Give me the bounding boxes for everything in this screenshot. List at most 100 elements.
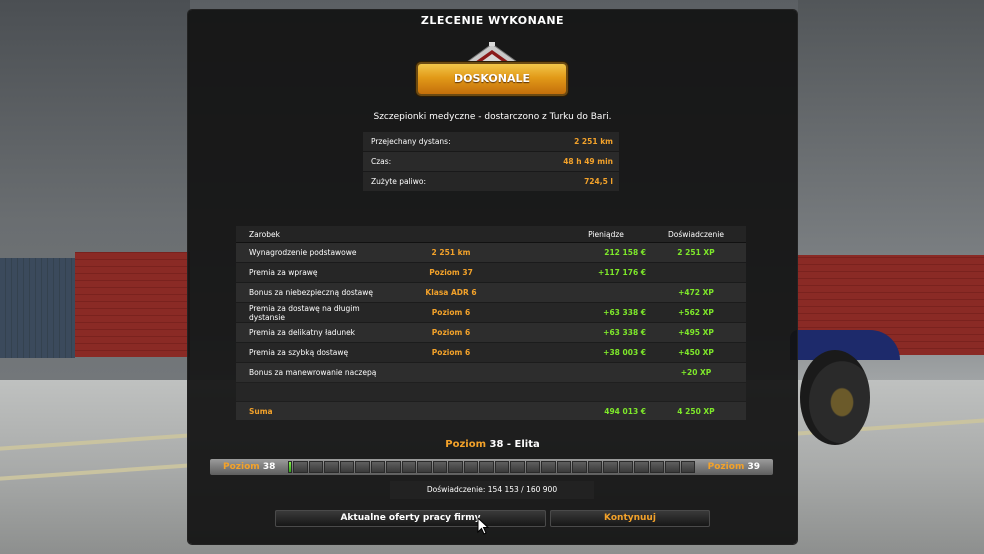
experience-progress-text: Doświadczenie: 154 153 / 160 900 (390, 481, 594, 499)
stat-time: Czas: 48 h 49 min (363, 152, 619, 171)
truck-wheel (800, 350, 870, 445)
level-title: Poziom 38 - Elita (188, 439, 797, 450)
row-detail: Poziom 37 (429, 268, 473, 277)
row-detail: Poziom 6 (431, 348, 471, 357)
progress-segment (463, 461, 478, 473)
crown-ornament-icon (465, 42, 519, 63)
row-label: Wynagrodzenie podstawowe (249, 248, 357, 257)
progress-segment (417, 461, 432, 473)
progress-segment (649, 461, 664, 473)
level-rank: - Elita (506, 439, 540, 450)
progress-segment (308, 461, 323, 473)
stat-value: 724,5 l (584, 177, 613, 186)
stat-label: Czas: (371, 157, 392, 166)
row-xp: +472 XP (678, 288, 714, 297)
background-truck (790, 320, 900, 450)
progress-segment (432, 461, 447, 473)
progress-segment (479, 461, 494, 473)
rating-emblem: DOSKONALE (418, 42, 566, 100)
level-progress-bar: Poziom 38 Poziom 39 (210, 459, 773, 475)
stat-label: Przejechany dystans: (371, 137, 451, 146)
row-xp: +450 XP (678, 348, 714, 357)
progress-segment (293, 461, 308, 473)
progress-segment (401, 461, 416, 473)
continue-button[interactable]: Kontynuuj (550, 510, 710, 527)
row-label: Bonus za niebezpieczną dostawę (249, 288, 374, 297)
earnings-table: Zarobek Pieniądze Doświadczenie Wynagrod… (236, 226, 746, 420)
earnings-table-header: Zarobek Pieniądze Doświadczenie (236, 226, 746, 243)
progress-segment (324, 461, 339, 473)
stat-fuel: Zużyte paliwo: 724,5 l (363, 172, 619, 191)
progress-segment (680, 461, 695, 473)
level-from-value: 38 (262, 462, 276, 472)
header-experience: Doświadczenie (668, 229, 724, 239)
progress-segment (494, 461, 509, 473)
level-from: Poziom 38 (210, 459, 288, 475)
level-to-value: 39 (747, 462, 760, 472)
table-row: Premia za szybką dostawę Poziom 6 +38 00… (236, 343, 746, 362)
row-xp: +495 XP (678, 328, 714, 337)
sum-xp: 4 250 XP (677, 406, 715, 416)
stat-label: Zużyte paliwo: (371, 177, 426, 186)
progress-segment-filled (288, 461, 292, 473)
progress-segment (556, 461, 571, 473)
progress-segment (618, 461, 633, 473)
delivery-summary: Szczepionki medyczne - dostarczono z Tur… (373, 112, 612, 122)
progress-segment (370, 461, 385, 473)
row-xp: +562 XP (678, 308, 714, 317)
rating-badge: DOSKONALE (418, 64, 566, 94)
panel-title: ZLECENIE WYKONANE (420, 14, 565, 27)
progress-segment (525, 461, 540, 473)
row-detail: Poziom 6 (431, 308, 471, 317)
table-row: Bonus za niebezpieczną dostawę Klasa ADR… (236, 283, 746, 302)
table-row: Bonus za manewrowanie naczepą +20 XP (236, 363, 746, 382)
level-to-label: Poziom (707, 462, 745, 472)
table-row: Premia za wprawę Poziom 37 +117 176 € (236, 263, 746, 282)
sum-money: 494 013 € (604, 406, 646, 416)
level-title-prefix: Poziom (445, 439, 486, 450)
table-row: Premia za delikatny ładunek Poziom 6 +63… (236, 323, 746, 342)
table-sum-row: Suma 494 013 € 4 250 XP (236, 402, 746, 420)
progress-segment (665, 461, 680, 473)
company-job-offers-button[interactable]: Aktualne oferty pracy firmy (275, 510, 546, 527)
level-from-label: Poziom (223, 462, 260, 472)
stat-value: 48 h 49 min (563, 157, 613, 166)
row-detail: Klasa ADR 6 (425, 288, 477, 297)
row-detail: Poziom 6 (431, 328, 471, 337)
level-current: 38 (489, 439, 504, 450)
progress-segment (510, 461, 525, 473)
progress-segment (339, 461, 354, 473)
level-to: Poziom 39 (695, 459, 773, 475)
row-money: +117 176 € (597, 268, 646, 277)
delivery-result-panel: ZLECENIE WYKONANE DOSKONALE Szczepionki … (188, 10, 797, 544)
row-money: +63 338 € (603, 328, 646, 337)
table-row-spacer (236, 383, 746, 401)
row-label: Premia za delikatny ładunek (249, 328, 356, 337)
row-money: +38 003 € (603, 348, 646, 357)
row-xp: 2 251 XP (677, 248, 715, 257)
progress-segment (355, 461, 370, 473)
row-detail: 2 251 km (431, 248, 471, 257)
progress-segment (572, 461, 587, 473)
progress-segment (587, 461, 602, 473)
row-xp: +20 XP (680, 368, 712, 377)
background-garage-door (0, 258, 75, 358)
progress-segment (541, 461, 556, 473)
row-money: 212 158 € (604, 248, 646, 257)
row-money: +63 338 € (603, 308, 646, 317)
stat-value: 2 251 km (574, 137, 613, 146)
stat-distance: Przejechany dystans: 2 251 km (363, 132, 619, 151)
row-label: Premia za wprawę (249, 268, 318, 277)
background-garage-wall-right (798, 0, 984, 255)
row-label: Premia za szybką dostawę (249, 348, 349, 357)
progress-segment (634, 461, 649, 473)
progress-segment (386, 461, 401, 473)
trip-stats: Przejechany dystans: 2 251 km Czas: 48 h… (363, 132, 619, 192)
table-row: Wynagrodzenie podstawowe 2 251 km 212 15… (236, 243, 746, 262)
table-row: Premia za dostawę na długim dystansie Po… (236, 303, 746, 322)
row-label: Premia za dostawę na długim dystansie (249, 303, 360, 322)
mouse-cursor-icon (477, 517, 489, 535)
row-label: Bonus za manewrowanie naczepą (249, 368, 377, 377)
progress-segment (603, 461, 618, 473)
sum-label: Suma (249, 406, 273, 416)
